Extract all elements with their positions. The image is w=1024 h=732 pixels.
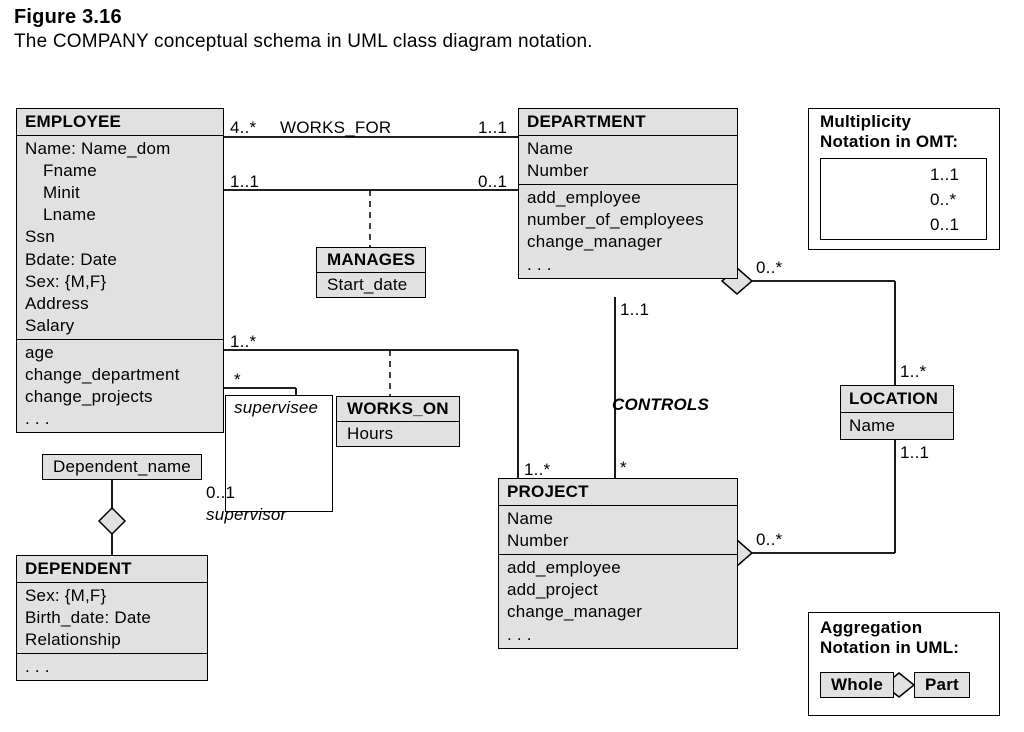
mult-supervisee: *: [234, 370, 241, 390]
assoc-class-works-on: WORKS_ON Hours: [336, 396, 460, 447]
mult-loc-proj: 1..1: [900, 443, 929, 463]
figure-number: Figure 3.16: [14, 6, 593, 29]
omt-l3: 0..1: [930, 215, 959, 235]
mult-loc-dept: 1..*: [900, 362, 926, 382]
qualifier-dependent-name: Dependent_name: [42, 454, 202, 480]
mult-dept-manages: 0..1: [478, 172, 507, 192]
label-controls: CONTROLS: [612, 395, 709, 415]
class-department: DEPARTMENT Name Number add_employee numb…: [518, 108, 738, 279]
agg-whole: Whole: [820, 672, 894, 698]
figure-caption: The COMPANY conceptual schema in UML cla…: [14, 31, 593, 53]
mult-dept-controls: 1..1: [620, 300, 649, 320]
class-employee: EMPLOYEE Name: Name_dom Fname Minit Lnam…: [16, 108, 224, 433]
label-works-for: WORKS_FOR: [280, 118, 391, 138]
mult-project-workson: 1..*: [524, 460, 550, 480]
agg-title2: Notation in UML:: [820, 638, 959, 658]
mult-employee-manages: 1..1: [230, 172, 259, 192]
omt-l1: 1..1: [930, 165, 959, 185]
assoc-class-manages: MANAGES Start_date: [316, 247, 426, 298]
omt-legend-inner: [820, 158, 987, 240]
class-project: PROJECT Name Number add_employee add_pro…: [498, 478, 738, 649]
mult-supervisor: 0..1: [206, 483, 235, 503]
class-location: LOCATION Name: [840, 385, 954, 440]
agg-title1: Aggregation: [820, 618, 922, 638]
figure-title: Figure 3.16 The COMPANY conceptual schem…: [14, 6, 593, 53]
mult-employee-workson: 1..*: [230, 332, 256, 352]
class-dependent: DEPENDENT Sex: {M,F} Birth_date: Date Re…: [16, 555, 208, 681]
role-supervisor: supervisor: [206, 505, 286, 525]
mult-dept-worksfor: 1..1: [478, 118, 507, 138]
mult-project-controls: *: [620, 458, 627, 478]
employee-title: EMPLOYEE: [17, 109, 223, 136]
employee-operations: age change_department change_projects . …: [17, 340, 223, 432]
role-supervisee: supervisee: [234, 398, 318, 418]
mult-dept-loc: 0..*: [756, 258, 782, 278]
agg-part: Part: [914, 672, 970, 698]
mult-employee-worksfor: 4..*: [230, 118, 256, 138]
employee-attributes: Name: Name_dom Fname Minit Lname Ssn Bda…: [17, 136, 223, 340]
omt-l2: 0..*: [930, 190, 956, 210]
mult-proj-loc: 0..*: [756, 530, 782, 550]
